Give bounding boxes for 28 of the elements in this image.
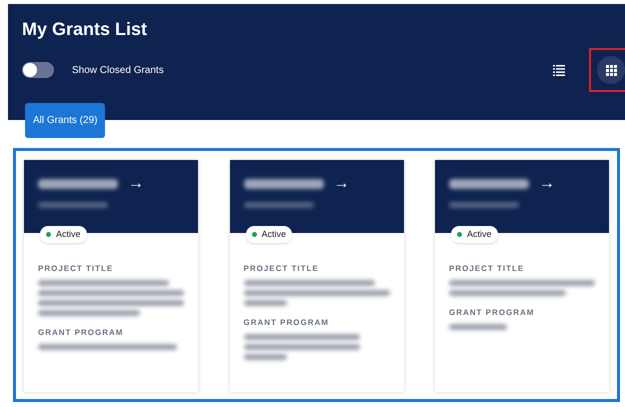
blurred-subtitle (449, 202, 519, 208)
tab[interactable]: All Grants (29) (25, 103, 106, 138)
field-label: PROJECT TITLE (244, 263, 320, 275)
grant-card[interactable]: → Active PROJECT TITLE GRANT PROGRAM (230, 160, 404, 392)
toggle-switch[interactable] (22, 62, 54, 78)
arrow-icon[interactable]: → (539, 176, 555, 192)
grant-card[interactable]: → Active PROJECT TITLE GRANT PROGRAM (435, 160, 609, 392)
field-label: PROJECT TITLE (38, 263, 114, 275)
arrow-icon[interactable]: → (334, 176, 350, 192)
arrow-icon[interactable]: → (128, 176, 144, 192)
field-label: GRANT PROGRAM (244, 317, 330, 329)
status-badge: Active (451, 226, 498, 243)
blurred-text (244, 354, 288, 360)
status-badge: Active (246, 226, 292, 243)
blurred-subtitle (38, 202, 108, 208)
blurred-subtitle (244, 202, 314, 208)
field-label: GRANT PROGRAM (38, 327, 124, 339)
grid-view-button[interactable] (597, 56, 625, 84)
page-title: My Grants List (22, 18, 148, 41)
field-label: GRANT PROGRAM (449, 307, 536, 319)
grant-card[interactable]: → Active PROJECT TITLE GRANT PROGRAM (24, 160, 198, 392)
status-badge: Active (40, 226, 87, 243)
blurred-text (449, 324, 508, 330)
grid-icon (606, 64, 616, 76)
toggle-label: Show Closed Grants (72, 64, 164, 78)
field-label: PROJECT TITLE (449, 263, 526, 275)
blurred-text (244, 300, 288, 306)
list-icon (553, 64, 565, 76)
